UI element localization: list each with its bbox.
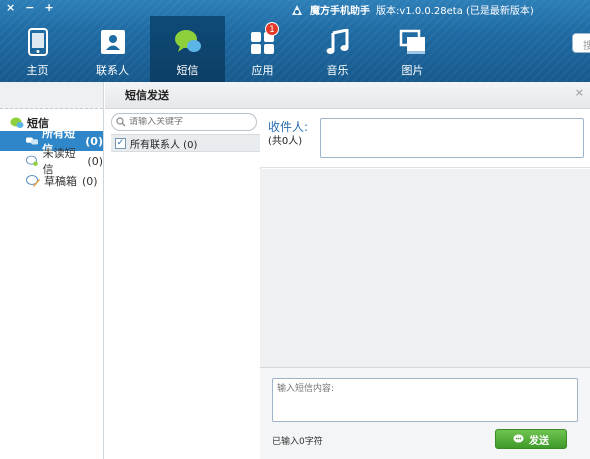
all-contacts-checkbox[interactable]: ✓ <box>115 137 126 149</box>
panel-close-button[interactable]: × <box>575 86 584 99</box>
panel-title: 短信发送 <box>125 89 169 102</box>
search-icon <box>116 117 126 127</box>
all-contacts-label: 所有联系人 (0) <box>130 139 198 151</box>
nav-pictures-label: 图片 <box>401 64 424 77</box>
compose-area: 收件人: (共0人) 已输入0字符 发送 <box>260 110 590 459</box>
sidebar-item-drafts[interactable]: 草稿箱 (0) <box>0 171 103 191</box>
nav-music-label: 音乐 <box>326 64 349 77</box>
recipient-row: 收件人: (共0人) <box>260 110 590 168</box>
nav-sms-label: 短信 <box>176 64 199 77</box>
music-icon <box>324 28 352 56</box>
nav-music[interactable]: 音乐 <box>300 16 375 82</box>
maximize-window-button[interactable]: + <box>44 1 53 14</box>
message-history-area <box>260 169 590 367</box>
nav-sms[interactable]: 短信 <box>150 16 225 82</box>
chat-bubbles-icon <box>26 137 39 145</box>
title-area: 魔方手机助手 版本:v1.0.0.28eta (已是最新版本) <box>290 2 534 17</box>
nav-pictures[interactable]: 图片 <box>375 16 450 82</box>
sms-tree-icon <box>10 117 24 128</box>
window-controls: × − + <box>6 1 54 14</box>
global-search-input[interactable]: 搜 <box>572 33 590 53</box>
nav-apps[interactable]: 1 应用 <box>225 16 300 82</box>
pictures-icon <box>399 28 427 56</box>
draft-icon <box>26 175 40 187</box>
send-icon <box>513 434 524 443</box>
compose-bottom: 已输入0字符 发送 <box>260 367 590 459</box>
sidebar-item-all-sms-count: (0) <box>85 134 103 148</box>
phone-icon <box>24 28 52 56</box>
panel-header: 短信发送 × <box>105 82 590 109</box>
sms-icon <box>174 28 202 56</box>
sidebar-item-unread-sms-count: (0) <box>87 154 103 168</box>
app-name: 魔方手机助手 <box>310 6 370 17</box>
nav-home-label: 主页 <box>26 64 49 77</box>
sidebar-header <box>0 82 103 109</box>
contact-search-input[interactable] <box>129 117 239 127</box>
nav-home[interactable]: 主页 <box>0 16 75 82</box>
nav-contacts-label: 联系人 <box>96 64 129 77</box>
top-bar: × − + 魔方手机助手 版本:v1.0.0.28eta (已是最新版本) 搜 … <box>0 0 590 82</box>
minimize-window-button[interactable]: − <box>25 1 34 14</box>
sidebar-item-drafts-label: 草稿箱 <box>44 175 77 188</box>
char-count: 已输入0字符 <box>272 437 323 447</box>
sidebar-item-unread-sms[interactable]: 未读短信 (0) <box>0 147 103 176</box>
apps-update-badge: 1 <box>265 22 279 36</box>
send-button[interactable]: 发送 <box>495 429 567 449</box>
nav-contacts[interactable]: 联系人 <box>75 16 150 82</box>
unread-icon <box>26 155 38 166</box>
close-window-button[interactable]: × <box>6 1 15 14</box>
send-button-label: 发送 <box>529 435 549 447</box>
nav-apps-label: 应用 <box>251 64 274 77</box>
contact-picker: ✓ 所有联系人 (0) <box>111 110 261 459</box>
sms-send-panel: 短信发送 × ✓ 所有联系人 (0) 收件人: (共0人) 已输入0字符 发送 <box>105 82 590 459</box>
recipient-count: (共0人) <box>268 136 303 147</box>
contacts-icon <box>99 28 127 56</box>
recipient-input[interactable] <box>320 118 584 158</box>
message-input[interactable] <box>272 378 578 422</box>
contact-search-box[interactable] <box>111 113 257 131</box>
sidebar: 短信 所有短信 (0) 未读短信 (0) 草稿箱 (0) <box>0 82 104 459</box>
version-text: 版本:v1.0.0.28eta (已是最新版本) <box>376 6 534 17</box>
all-contacts-row[interactable]: ✓ 所有联系人 (0) <box>111 134 261 152</box>
app-logo-icon <box>292 4 302 15</box>
sidebar-item-drafts-count: (0) <box>82 174 98 188</box>
main-nav: 主页 联系人 短信 1 应用 音乐 图片 <box>0 16 450 82</box>
